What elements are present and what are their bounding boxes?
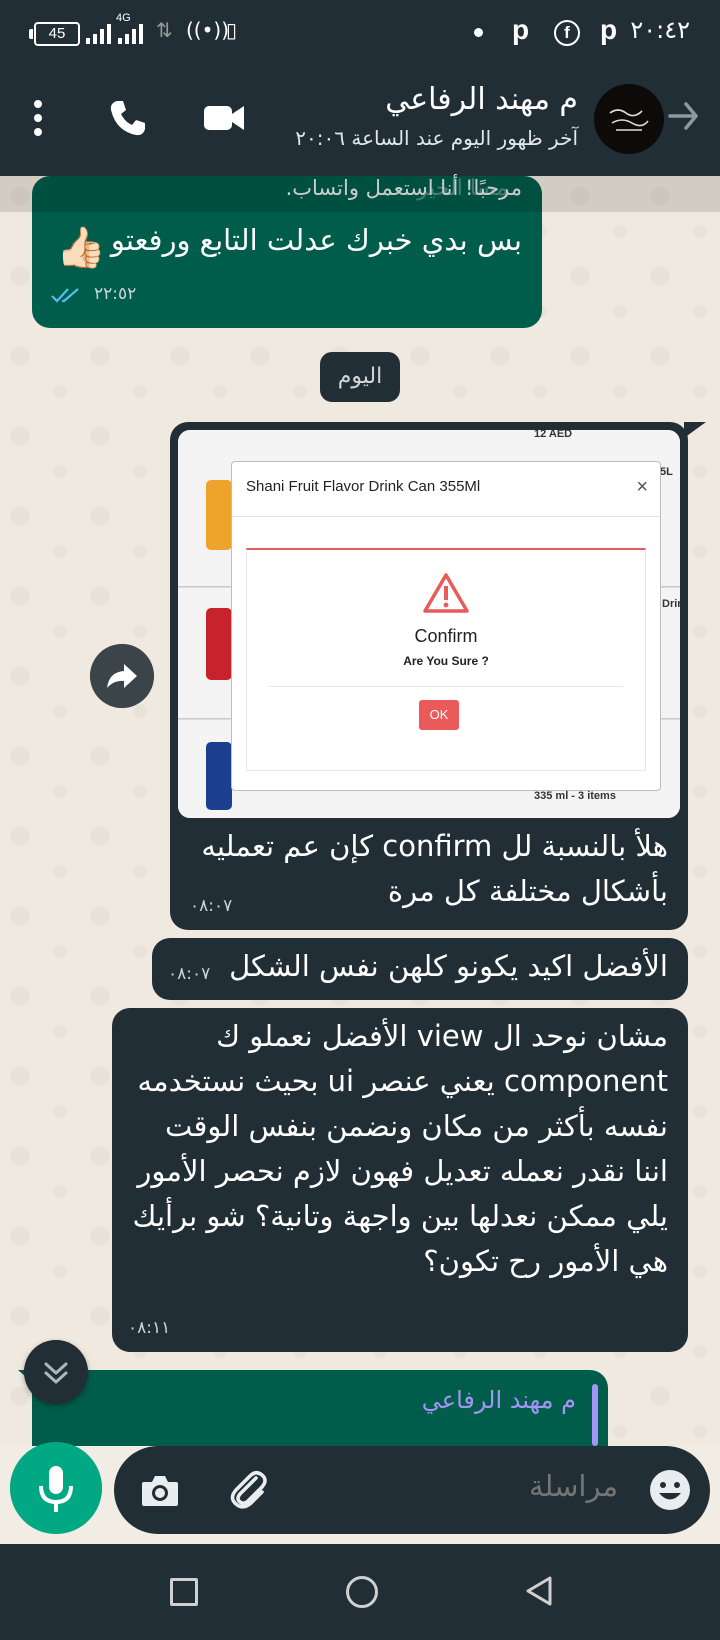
notification-dot-icon [474,28,483,37]
message-time: ٠٨:١١ [128,1318,171,1338]
emoji-icon[interactable] [648,1468,692,1512]
message-incoming[interactable]: مشان نوحد ال view الأفضل نعملو ك compone… [112,1008,688,1352]
thumbs-up-emoji: 👍🏻 [56,225,106,271]
reply-accent-bar [592,1384,598,1446]
network-type: 4G [116,12,131,24]
contact-name[interactable]: م مهند الرفاعي [385,82,578,117]
product-can [206,742,232,810]
forward-icon[interactable] [90,644,154,708]
system-nav-bar [0,1544,720,1640]
app-p-icon: p [512,14,530,45]
confirm-title: Confirm [414,626,478,646]
close-icon: × [636,476,648,498]
status-time: ٢٠:٤٢ [630,16,690,44]
message-time: ٠٨:٠٧ [168,964,211,984]
reply-sender-name: م مهند الرفاعي [421,1386,576,1414]
home-icon[interactable] [346,1576,378,1608]
date-separator: اليوم [320,352,400,402]
message-time: ٢٢:٥٢ [94,284,137,304]
bubble-tail [684,422,706,438]
message-input[interactable] [336,1468,620,1504]
confirm-panel: Confirm Are You Sure ? OK [246,548,646,771]
battery-icon: 45 [29,22,80,46]
message-composer[interactable] [114,1446,710,1534]
message-incoming[interactable]: الأفضل اكيد يكونو كلهن نفس الشكل ٠٨:٠٧ [152,938,688,1000]
mic-icon[interactable] [10,1442,102,1534]
status-bar: 45 4G ⇅ ((•)) ▯ p f p ٢٠:٤٢ [0,0,720,64]
message-text: الأفضل اكيد يكونو كلهن نفس الشكل [229,949,668,983]
image-attachment[interactable]: 12 AED 5L Drin 335 ml - 3 items Shani Fr… [178,430,680,818]
confirm-dialog-screenshot: Shani Fruit Flavor Drink Can 355Ml × Con… [232,462,660,790]
image-side-label: 5L [660,466,673,478]
vibrate-icon: ▯ [226,18,238,42]
hotspot-icon: ((•)) [186,18,230,42]
avatar-calligraphy [609,109,649,131]
recents-icon[interactable] [170,1578,198,1606]
phone-icon[interactable] [108,98,148,138]
message-incoming-image[interactable]: 12 AED 5L Drin 335 ml - 3 items Shani Fr… [170,422,706,930]
image-side-label: Drin [662,598,680,610]
image-bottom-label: 335 ml - 3 items [534,790,616,802]
confirm-subtitle: Are You Sure ? [403,654,489,668]
warning-icon [423,573,469,613]
message-text: بس بدي خبرك عدلت التابع ورفعتو [110,223,522,257]
nav-back-icon[interactable] [522,1574,556,1608]
back-arrow-icon[interactable] [666,98,702,134]
scroll-down-icon[interactable] [24,1340,88,1404]
video-icon[interactable] [202,100,246,136]
facebook-icon: f [554,20,580,46]
read-receipt-icon [51,288,79,303]
product-can [206,608,232,680]
signal-icon [86,20,143,44]
header-shadow [0,176,720,212]
product-can [206,480,232,550]
message-text: هلأ بالنسبة لل confirm كإن عم تعمليه بأش… [201,829,668,908]
attach-icon[interactable] [226,1466,272,1512]
ok-button: OK [419,700,459,730]
more-vert-icon[interactable] [32,98,44,138]
image-price-label: 12 AED [534,430,573,440]
avatar[interactable] [594,84,664,154]
reply-preview[interactable]: م مهند الرفاعي [18,1370,608,1446]
last-seen-status: آخر ظهور اليوم عند الساعة ٢٠:٠٦ [295,126,578,150]
dialog-title: Shani Fruit Flavor Drink Can 355Ml [246,478,481,495]
chat-header: م مهند الرفاعي آخر ظهور اليوم عند الساعة… [0,64,720,176]
message-text: مشان نوحد ال view الأفضل نعملو ك compone… [132,1019,668,1278]
camera-icon[interactable] [140,1472,180,1508]
data-arrows-icon: ⇅ [156,18,173,42]
app-p-icon-2: p [600,14,618,45]
message-time: ٠٨:٠٧ [190,896,233,916]
